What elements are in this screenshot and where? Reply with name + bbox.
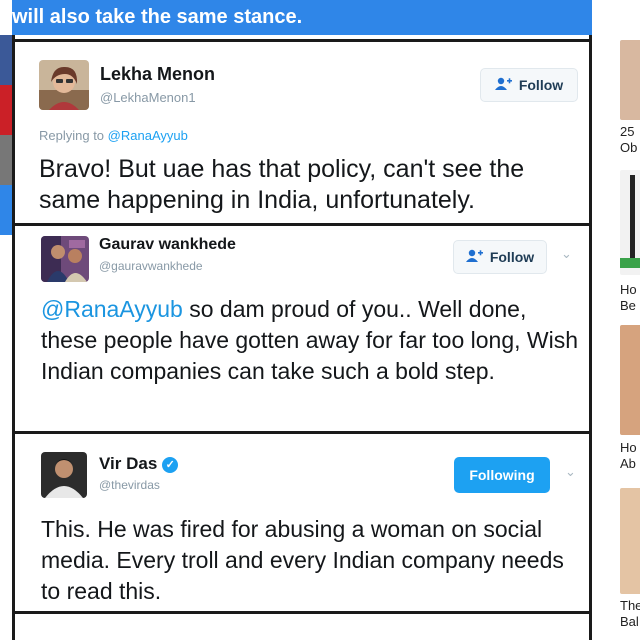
ad-title[interactable]: Ho Be <box>620 282 637 314</box>
twitter-share-button[interactable] <box>0 185 12 235</box>
pinterest-share-button[interactable] <box>0 85 12 135</box>
reply-context: Replying to @RanaAyyub <box>39 128 188 143</box>
ad-title-line: The <box>620 598 640 613</box>
ad-title[interactable]: Ho Ab <box>620 440 637 472</box>
following-button[interactable]: Following <box>454 457 550 493</box>
tweet-card: Gaurav wankhede @gauravwankhede Follow ⌄… <box>15 223 589 431</box>
ad-title-line: 25 <box>620 124 635 139</box>
add-user-icon <box>465 249 484 266</box>
follow-button[interactable]: Follow <box>480 68 578 102</box>
tweet-text: Bravo! But uae has that policy, can't se… <box>39 155 525 214</box>
ad-title-line: Bal <box>620 614 639 629</box>
ad-title-line: Be <box>620 298 636 313</box>
ad-title-line: Ab <box>620 456 636 471</box>
follow-button-label: Follow <box>518 77 564 93</box>
avatar[interactable] <box>41 452 87 498</box>
ad-thumbnail[interactable] <box>620 488 640 594</box>
avatar[interactable] <box>39 60 89 110</box>
ad-thumbnail[interactable] <box>620 40 640 120</box>
more-share-button[interactable] <box>0 135 12 185</box>
tweet-author-name[interactable]: Vir Das ✓ <box>99 454 179 474</box>
ad-title-line: Ho <box>620 282 637 297</box>
follow-button[interactable]: Follow <box>453 240 547 274</box>
tweet-author-handle[interactable]: @LekhaMenon1 <box>100 90 196 105</box>
reply-prefix: Replying to <box>39 128 105 143</box>
follow-button-label: Follow <box>489 249 535 265</box>
highlighted-article-text: will also take the same stance. <box>12 0 592 35</box>
tweet-author-handle[interactable]: @thevirdas <box>99 478 160 492</box>
tweet-author-name-text: Vir Das <box>99 454 158 473</box>
ad-title[interactable]: The Bal <box>620 598 640 630</box>
tweet-card: Lekha Menon @LekhaMenon1 Follow Replying… <box>15 35 589 223</box>
add-user-icon <box>494 77 513 94</box>
ad-thumbnail[interactable] <box>620 325 640 435</box>
tweet-text: @RanaAyyub so dam proud of you.. Well do… <box>41 294 581 387</box>
tweet-author-handle[interactable]: @gauravwankhede <box>99 259 203 273</box>
sidebar-ads: 25 Ob Ho Be Ho Ab The Bal <box>616 0 640 640</box>
tweet-mention-link[interactable]: @RanaAyyub <box>41 296 183 322</box>
chevron-down-icon[interactable]: ⌄ <box>561 246 572 262</box>
tweet-author-name[interactable]: Lekha Menon <box>100 64 215 85</box>
facebook-share-button[interactable] <box>0 35 12 85</box>
avatar[interactable] <box>41 236 89 282</box>
tweet-card <box>15 611 589 640</box>
verified-badge-icon: ✓ <box>162 457 179 473</box>
reply-mention-link[interactable]: @RanaAyyub <box>108 128 188 143</box>
embedded-tweets: Lekha Menon @LekhaMenon1 Follow Replying… <box>12 35 592 640</box>
ad-title[interactable]: 25 Ob <box>620 124 637 156</box>
tweet-author-name[interactable]: Gaurav wankhede <box>99 236 236 254</box>
share-bar <box>0 35 12 260</box>
tweet-text: This. He was fired for abusing a woman o… <box>41 516 564 604</box>
chevron-down-icon[interactable]: ⌄ <box>565 464 576 480</box>
ad-thumbnail[interactable] <box>620 170 640 275</box>
ad-title-line: Ob <box>620 140 638 155</box>
ad-title-line: Ho <box>620 440 637 455</box>
tweet-card: Vir Das ✓ @thevirdas Following ⌄ This. He… <box>15 431 589 611</box>
